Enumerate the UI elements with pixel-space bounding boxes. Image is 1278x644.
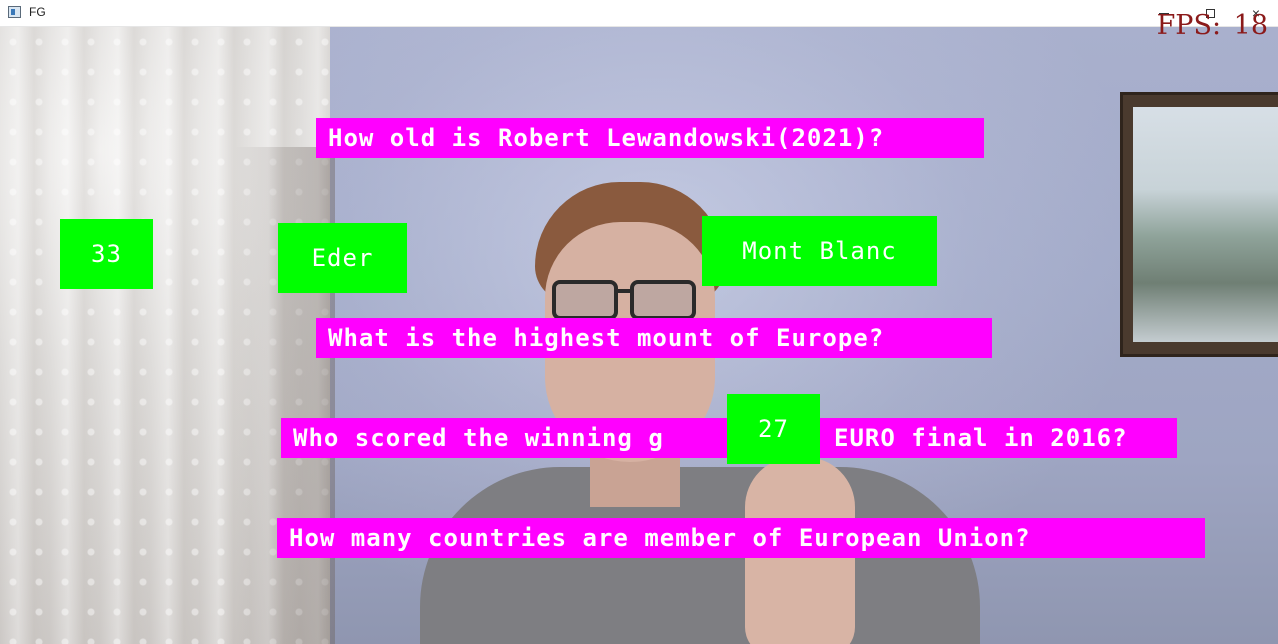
answer-mont-blanc[interactable]: Mont Blanc	[702, 216, 937, 286]
answer-eder[interactable]: Eder	[278, 223, 407, 293]
wall-picture	[1120, 92, 1278, 357]
glasses-right-lens	[630, 280, 696, 320]
curtain-shadow	[235, 147, 335, 644]
answer-27[interactable]: 27	[727, 394, 820, 464]
window-title: FG	[29, 5, 46, 19]
question-euro-final-part1: Who scored the winning g	[281, 418, 731, 458]
question-lewandowski-age: How old is Robert Lewandowski(2021)?	[316, 118, 984, 158]
question-eu-members: How many countries are member of Europea…	[277, 518, 1205, 558]
fps-counter: FPS: 18	[1156, 10, 1268, 41]
window-titlebar: FG ×	[0, 0, 1278, 27]
glasses-bridge	[614, 289, 634, 293]
app-window-icon	[8, 6, 21, 18]
question-highest-mount: What is the highest mount of Europe?	[316, 318, 992, 358]
question-euro-final-part2: EURO final in 2016?	[820, 418, 1177, 458]
answer-33[interactable]: 33	[60, 219, 153, 289]
wall-picture-canvas	[1133, 107, 1278, 342]
glasses-left-lens	[552, 280, 618, 320]
